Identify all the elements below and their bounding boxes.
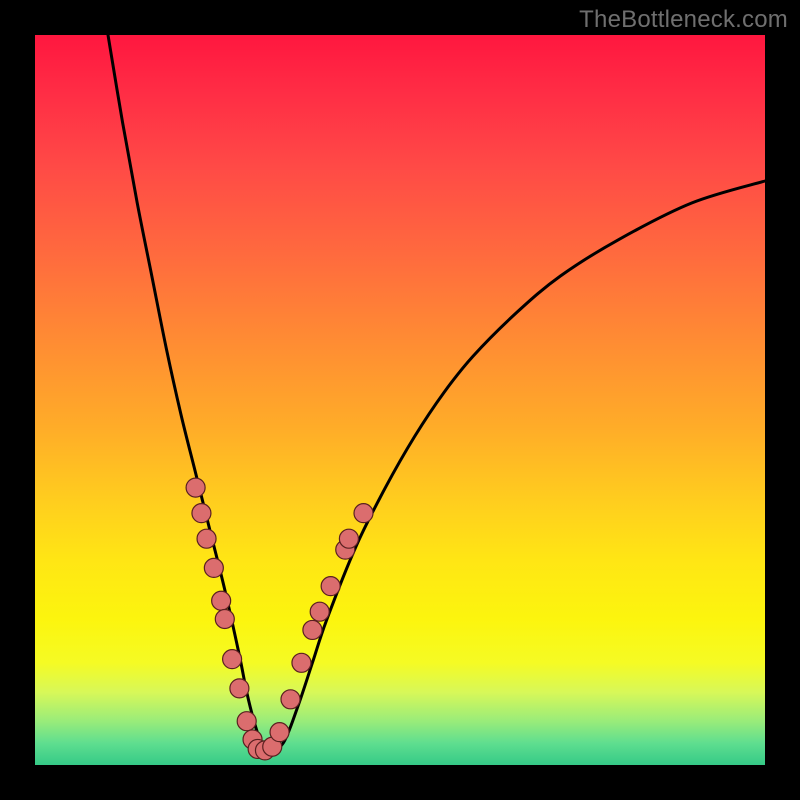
watermark-text: TheBottleneck.com: [579, 6, 788, 34]
chart-svg: [35, 35, 765, 765]
data-marker: [292, 653, 311, 672]
marker-group: [186, 478, 373, 760]
data-marker: [204, 558, 223, 577]
data-marker: [223, 650, 242, 669]
data-marker: [230, 679, 249, 698]
data-marker: [270, 723, 289, 742]
bottleneck-curve: [108, 35, 765, 750]
data-marker: [237, 712, 256, 731]
data-marker: [281, 690, 300, 709]
data-marker: [197, 529, 216, 548]
data-marker: [303, 620, 322, 639]
data-marker: [321, 577, 340, 596]
data-marker: [215, 610, 234, 629]
data-marker: [354, 504, 373, 523]
data-marker: [212, 591, 231, 610]
data-marker: [186, 478, 205, 497]
data-marker: [192, 504, 211, 523]
chart-frame: TheBottleneck.com: [0, 0, 800, 800]
data-marker: [339, 529, 358, 548]
data-marker: [310, 602, 329, 621]
plot-area: [35, 35, 765, 765]
